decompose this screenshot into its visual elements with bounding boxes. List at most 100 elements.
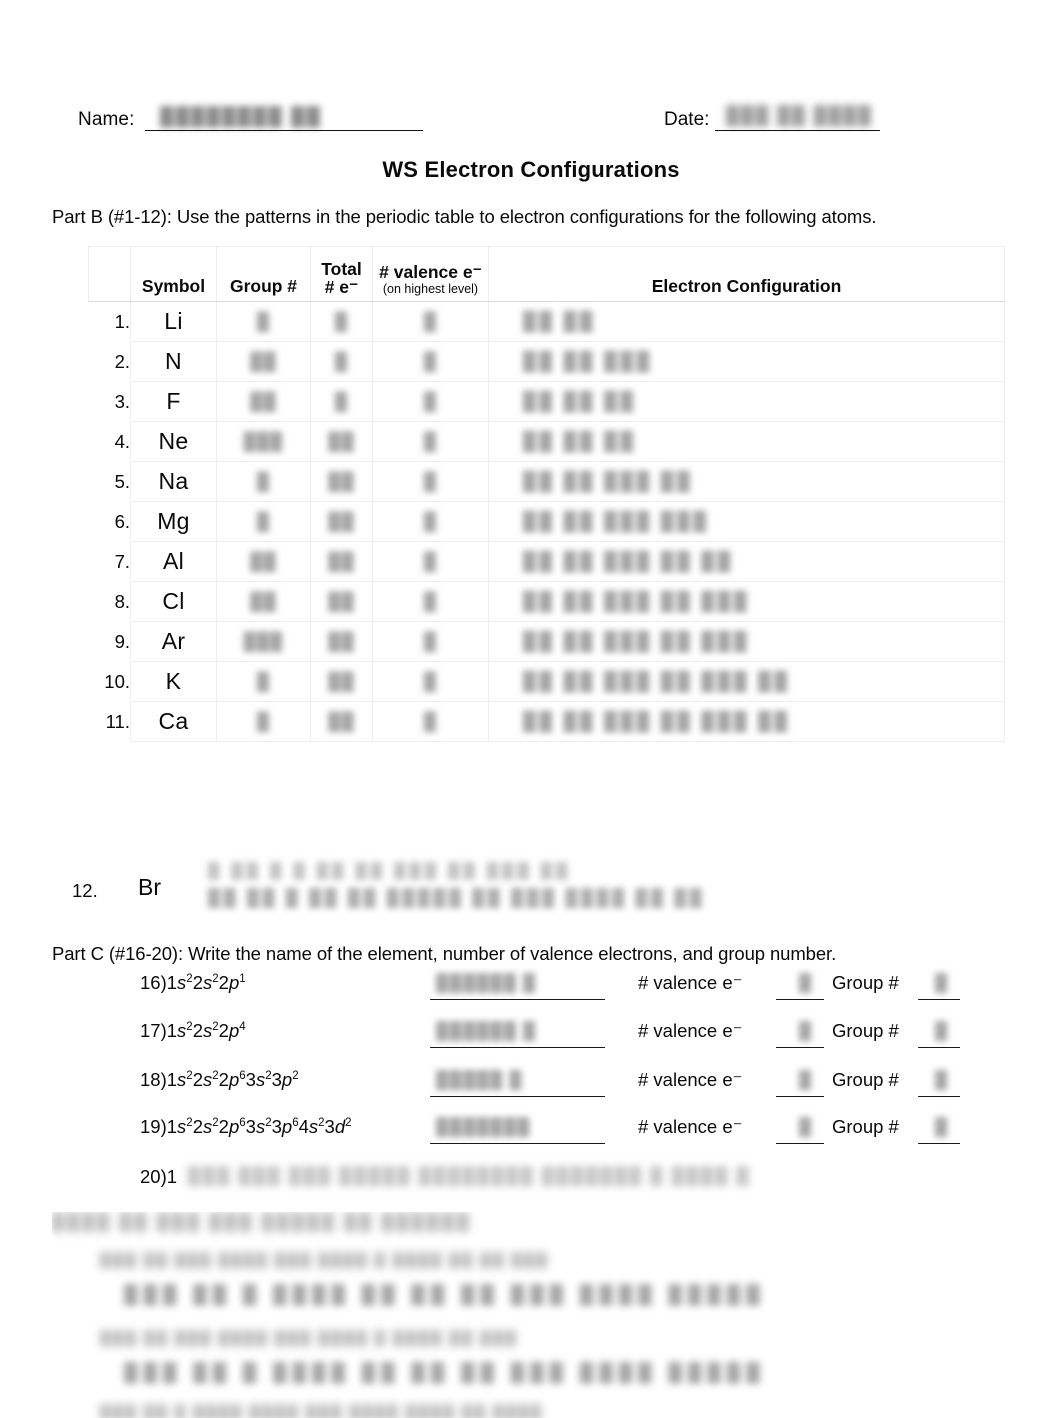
row-valence-answer[interactable]: █ [372,541,489,582]
row-configuration-answer[interactable]: ██ ██ ███ ██ ███ [488,621,1005,662]
row-total-electrons-answer[interactable]: ██ [310,461,373,502]
row-total-electrons-answer[interactable]: ██ [310,701,373,742]
row-configuration-answer[interactable]: ██ ██ ███ ██ ███ [488,581,1005,622]
item-valence-blank[interactable] [776,1143,824,1144]
item-group-blank[interactable] [918,1143,960,1144]
handwritten-total: ██ [328,592,355,611]
row-total-electrons-answer[interactable]: ██ [310,501,373,542]
handwritten-group: ██ [250,352,277,371]
row-symbol: Li [130,301,217,342]
row-12-number: 12. [72,880,98,901]
row-group-answer[interactable]: ██ [216,341,311,382]
handwritten-configuration: ██ ██ ███ ███ [523,511,710,531]
row-group-answer[interactable]: █ [216,661,311,702]
item-group-blank[interactable] [918,1096,960,1097]
row-number: 4. [88,421,131,462]
row-configuration-answer[interactable]: ██ ██ ███ [488,341,1005,382]
row-total-electrons-answer[interactable]: ██ [310,661,373,702]
row-group-answer[interactable]: █ [216,701,311,742]
row-group-answer[interactable]: █ [216,301,311,342]
row-configuration-answer[interactable]: ██ ██ ███ ██ [488,461,1005,502]
electron-configuration-table: Symbol Group # Total # e⁻ # valence e⁻ (… [88,246,1005,742]
row-total-electrons-answer[interactable]: ██ [310,581,373,622]
header-valence-line2: (on highest level) [382,282,479,297]
table-row: 8. Cl ██ ██ █ ██ ██ ███ ██ ███ [88,581,1005,622]
row-total-electrons-answer[interactable]: █ [310,301,373,342]
table-row: 10. K █ ██ █ ██ ██ ███ ██ ███ ██ [88,661,1005,702]
row-total-electrons-answer[interactable]: ██ [310,621,373,662]
bottom-question-3: ███ ██ █ ████ ████ ███ ████ ████ ██ ████ [100,1404,544,1418]
handwritten-total: ██ [328,672,355,691]
handwritten-valence: █ [423,312,438,331]
row-symbol: K [130,661,217,702]
row-group-answer[interactable]: ██ [216,541,311,582]
item-20-number: 20)1 [140,1166,178,1187]
row-number: 7. [88,541,131,582]
handwritten-configuration: ██ ██ [523,311,597,331]
row-group-answer[interactable]: █ [216,501,311,542]
row-valence-answer[interactable]: █ [372,581,489,622]
table-row: 2. N ██ █ █ ██ ██ ███ [88,341,1005,382]
handwritten-valence: █ [423,392,438,411]
item-group-blank[interactable] [918,999,960,1000]
row-configuration-answer[interactable]: ██ ██ ██ [488,381,1005,422]
item-valence-answer: █ [798,1117,812,1136]
table-row: 6. Mg █ ██ █ ██ ██ ███ ███ [88,501,1005,542]
item-group-blank[interactable] [918,1047,960,1048]
table-row: 1. Li █ █ █ ██ ██ [88,301,1005,342]
item-element-name-blank[interactable] [430,999,605,1000]
row-group-answer[interactable]: ██ [216,581,311,622]
bottom-question-1: ███ ██ ███ ████ ███ ████ █ ████ ██ ██ ██… [100,1252,549,1268]
date-blank-line[interactable] [715,130,880,131]
row-valence-answer[interactable]: █ [372,421,489,462]
handwritten-total: ██ [328,712,355,731]
row-number: 1. [88,301,131,342]
row-valence-answer[interactable]: █ [372,461,489,502]
row-valence-answer[interactable]: █ [372,301,489,342]
handwritten-total: █ [334,352,349,371]
row-valence-answer[interactable]: █ [372,621,489,662]
handwritten-group: █ [256,472,271,491]
row-configuration-answer[interactable]: ██ ██ [488,301,1005,342]
row-configuration-answer[interactable]: ██ ██ ███ ██ ███ ██ [488,661,1005,702]
name-blank-line[interactable] [145,130,423,131]
row-valence-answer[interactable]: █ [372,341,489,382]
item-group-answer: █ [934,1021,948,1040]
row-group-answer[interactable]: ███ [216,421,311,462]
row-symbol: Mg [130,501,217,542]
row-configuration-answer[interactable]: ██ ██ ██ [488,421,1005,462]
header-valence-electrons: # valence e⁻ (on highest level) [372,246,489,302]
row-group-answer[interactable]: █ [216,461,311,502]
row-configuration-answer[interactable]: ██ ██ ███ ██ ███ ██ [488,701,1005,742]
item-element-name-blank[interactable] [430,1047,605,1048]
row-total-electrons-answer[interactable]: █ [310,381,373,422]
row-configuration-answer[interactable]: ██ ██ ███ ███ [488,501,1005,542]
item-element-name-blank[interactable] [430,1143,605,1144]
item-valence-blank[interactable] [776,1096,824,1097]
header-number [88,246,131,302]
item-valence-blank[interactable] [776,1047,824,1048]
row-total-electrons-answer[interactable]: ██ [310,541,373,582]
date-handwritten-value: ███ ██ ████ [726,105,873,125]
handwritten-valence: █ [423,552,438,571]
row-group-answer[interactable]: ██ [216,381,311,422]
handwritten-total: █ [334,312,349,331]
header-electron-configuration: Electron Configuration [488,246,1005,302]
row-group-answer[interactable]: ███ [216,621,311,662]
item-configuration-prompt: 16)1s22s22p1 [140,972,246,993]
row-valence-answer[interactable]: █ [372,661,489,702]
item-element-name-blank[interactable] [430,1096,605,1097]
row-symbol: Na [130,461,217,502]
handwritten-configuration: ██ ██ ███ ██ ██ [523,551,734,571]
handwritten-total: ██ [328,472,355,491]
handwritten-total: █ [334,392,349,411]
row-configuration-answer[interactable]: ██ ██ ███ ██ ██ [488,541,1005,582]
header-valence-line1: # valence e⁻ [379,262,482,283]
row-total-electrons-answer[interactable]: █ [310,341,373,382]
row-valence-answer[interactable]: █ [372,501,489,542]
handwritten-total: ██ [328,632,355,651]
item-valence-blank[interactable] [776,999,824,1000]
row-valence-answer[interactable]: █ [372,701,489,742]
row-valence-answer[interactable]: █ [372,381,489,422]
row-total-electrons-answer[interactable]: ██ [310,421,373,462]
